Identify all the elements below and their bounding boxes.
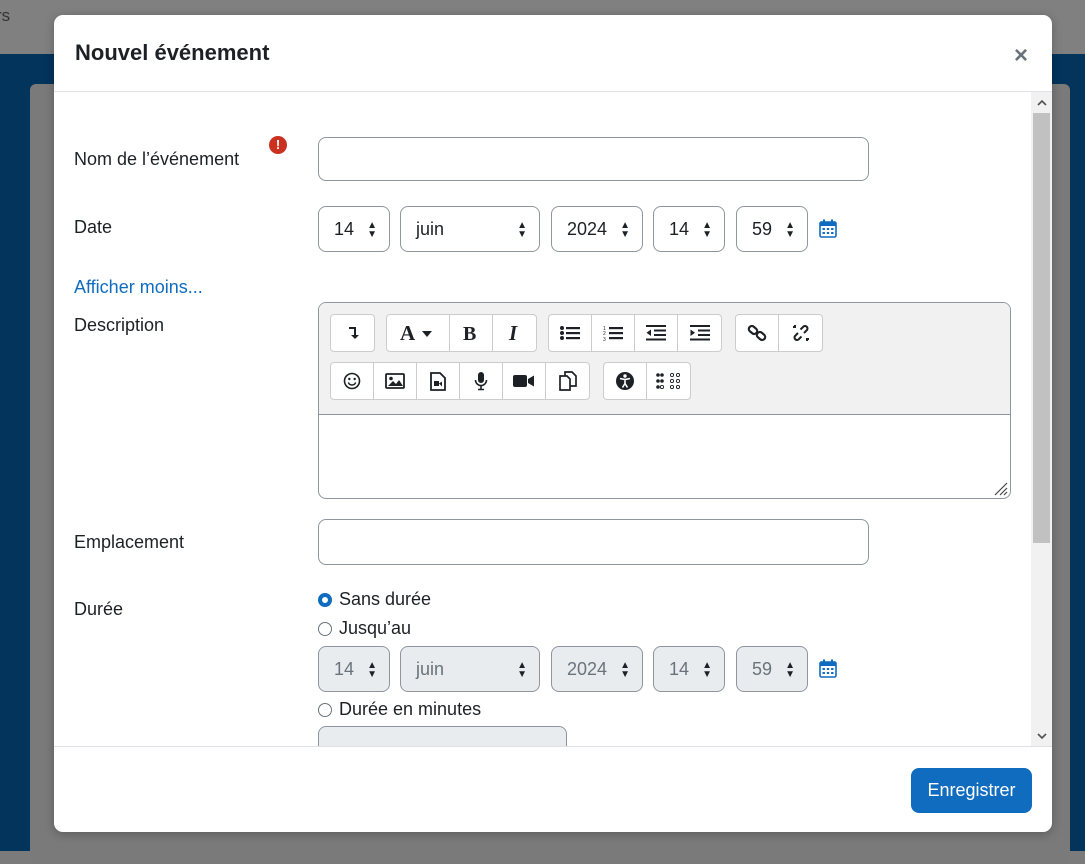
scroll-thumb[interactable] <box>1033 113 1050 543</box>
select-arrows-icon: ▲ ▼ <box>367 660 377 680</box>
until-month-select[interactable]: juin ▲ ▼ <box>400 646 540 692</box>
new-event-modal: Nouvel événement × Nom de l’événement ! … <box>54 15 1052 832</box>
select-arrows-icon: ▲ ▼ <box>517 220 527 240</box>
until-month-value: juin <box>416 659 445 679</box>
link-icon[interactable] <box>736 315 779 351</box>
until-day-select[interactable]: 14 ▲ ▼ <box>318 646 390 692</box>
date-hour-value: 14 <box>669 219 690 239</box>
calendar-icon[interactable] <box>819 659 837 678</box>
svg-text:3: 3 <box>603 337 606 342</box>
select-arrows-icon: ▲ ▼ <box>367 220 377 240</box>
italic-icon[interactable]: I <box>493 315 536 351</box>
date-label: Date <box>74 217 113 237</box>
svg-text:I: I <box>508 323 518 343</box>
accessibility-checker-icon[interactable] <box>604 363 647 399</box>
toolbar-group-lists: 123 <box>548 314 722 352</box>
calendar-icon[interactable] <box>819 219 837 238</box>
radio-until[interactable]: Jusqu’au <box>318 618 411 639</box>
toolbar-group-media <box>330 362 590 400</box>
unordered-list-icon[interactable] <box>549 315 592 351</box>
scrollbar[interactable] <box>1031 92 1052 746</box>
screenreader-helper-icon[interactable] <box>647 363 690 399</box>
record-audio-icon[interactable] <box>460 363 503 399</box>
event-name-label: Nom de l’événement <box>74 149 240 169</box>
svg-text:B: B <box>463 323 476 343</box>
location-label: Emplacement <box>74 532 185 552</box>
until-minute-select[interactable]: 59 ▲ ▼ <box>736 646 808 692</box>
indent-icon[interactable] <box>678 315 721 351</box>
background-text: rs <box>0 6 11 25</box>
editor-content-area[interactable] <box>319 415 1010 498</box>
select-arrows-icon: ▲ ▼ <box>517 660 527 680</box>
required-icon: ! <box>269 136 287 154</box>
date-minute-select[interactable]: 59 ▲ ▼ <box>736 206 808 252</box>
media-icon[interactable] <box>417 363 460 399</box>
unlink-icon[interactable] <box>779 315 822 351</box>
date-day-value: 14 <box>334 219 355 239</box>
modal-title: Nouvel événement <box>75 40 270 65</box>
toolbar-group-accessibility <box>603 362 691 400</box>
manage-files-icon[interactable] <box>546 363 589 399</box>
until-year-select[interactable]: 2024 ▲ ▼ <box>551 646 643 692</box>
collapse-icon[interactable] <box>331 315 374 351</box>
radio-no-duration[interactable]: Sans durée <box>318 589 431 610</box>
ordered-list-icon[interactable]: 123 <box>592 315 635 351</box>
event-name-input[interactable] <box>318 137 869 181</box>
date-hour-select[interactable]: 14 ▲ ▼ <box>653 206 725 252</box>
description-editor: A B I 123 <box>318 302 1011 499</box>
date-year-value: 2024 <box>567 219 608 239</box>
toolbar-group-style: A B I <box>386 314 537 352</box>
select-arrows-icon: ▲ ▼ <box>620 660 630 680</box>
save-button[interactable]: Enregistrer <box>911 768 1032 813</box>
image-icon[interactable] <box>374 363 417 399</box>
duration-minutes-input[interactable] <box>318 726 567 746</box>
location-input[interactable] <box>318 519 869 565</box>
modal-body: Nom de l’événement ! Date 14 ▲ ▼ juin ▲ ▼ … <box>54 92 1052 746</box>
radio-checked-icon <box>318 592 332 607</box>
select-arrows-icon: ▲ ▼ <box>785 220 795 240</box>
scroll-down-icon[interactable] <box>1031 726 1052 746</box>
until-minute-value: 59 <box>752 659 773 679</box>
radio-unchecked-icon <box>318 702 332 717</box>
show-less-link[interactable]: Afficher moins... <box>74 277 203 298</box>
until-hour-value: 14 <box>669 659 690 679</box>
select-arrows-icon: ▲ ▼ <box>785 660 795 680</box>
select-arrows-icon: ▲ ▼ <box>620 220 630 240</box>
svg-text:A: A <box>400 323 416 343</box>
until-day-value: 14 <box>334 659 355 679</box>
scroll-up-icon[interactable] <box>1031 92 1052 112</box>
radio-unchecked-icon <box>318 621 332 636</box>
description-label: Description <box>74 315 165 335</box>
resize-handle-icon[interactable] <box>992 480 1008 496</box>
modal-header: Nouvel événement × <box>54 15 1052 92</box>
select-arrows-icon: ▲ ▼ <box>702 660 712 680</box>
editor-toolbar: A B I 123 <box>319 303 1010 415</box>
radio-duration-minutes-label: Durée en minutes <box>339 699 482 719</box>
select-arrows-icon: ▲ ▼ <box>702 220 712 240</box>
until-year-value: 2024 <box>567 659 608 679</box>
duration-label: Durée <box>74 599 124 619</box>
radio-until-label: Jusqu’au <box>339 618 412 638</box>
font-style-icon[interactable]: A <box>387 315 450 351</box>
close-button[interactable]: × <box>1014 44 1028 68</box>
radio-no-duration-label: Sans durée <box>339 589 432 609</box>
date-minute-value: 59 <box>752 219 773 239</box>
toolbar-group-links <box>735 314 823 352</box>
radio-duration-minutes[interactable]: Durée en minutes <box>318 699 481 720</box>
modal-footer: Enregistrer <box>54 746 1052 832</box>
date-year-select[interactable]: 2024 ▲ ▼ <box>551 206 643 252</box>
date-month-select[interactable]: juin ▲ ▼ <box>400 206 540 252</box>
record-video-icon[interactable] <box>503 363 546 399</box>
date-day-select[interactable]: 14 ▲ ▼ <box>318 206 390 252</box>
outdent-icon[interactable] <box>635 315 678 351</box>
emoji-icon[interactable] <box>331 363 374 399</box>
toolbar-group-collapse <box>330 314 375 352</box>
bold-icon[interactable]: B <box>450 315 493 351</box>
until-hour-select[interactable]: 14 ▲ ▼ <box>653 646 725 692</box>
date-month-value: juin <box>416 219 445 239</box>
